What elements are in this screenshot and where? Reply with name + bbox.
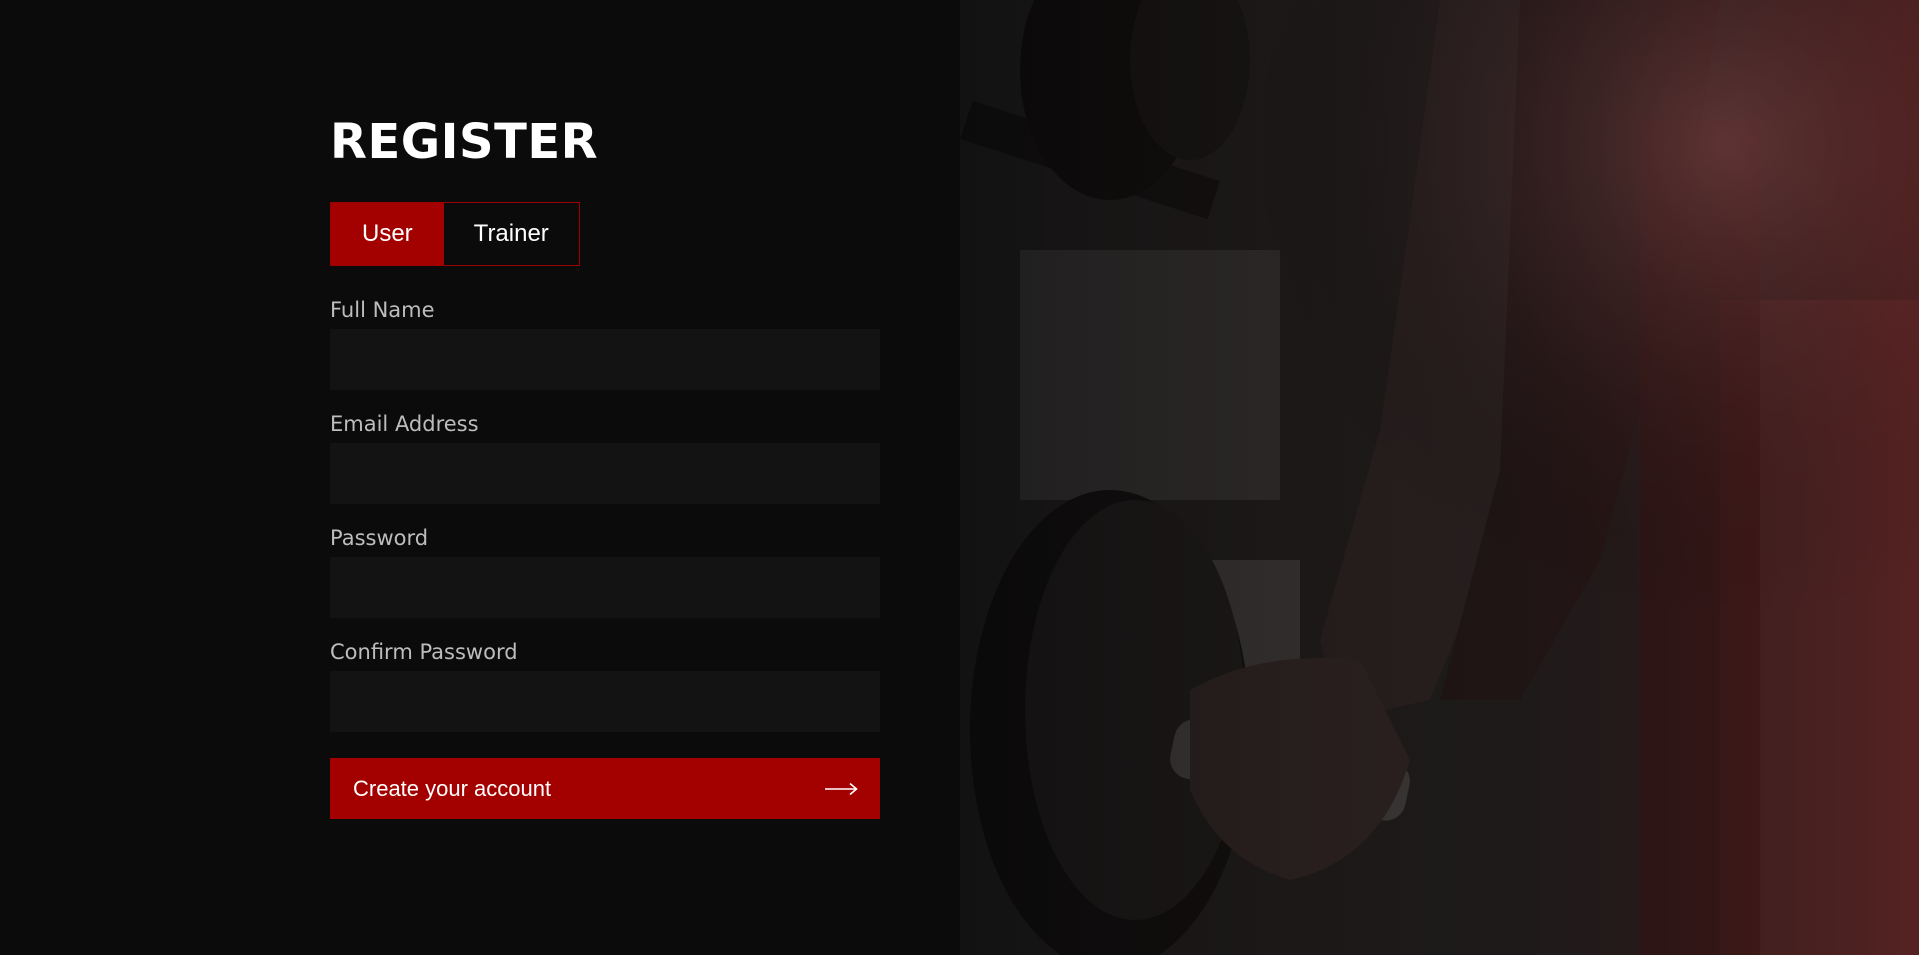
page-title: REGISTER [330,114,599,170]
register-form: REGISTER User Trainer Full Name Email Ad… [330,112,880,819]
email-label: Email Address [330,412,479,436]
role-toggle: User Trainer [330,202,580,266]
password-input[interactable] [330,557,880,618]
register-page: REGISTER User Trainer Full Name Email Ad… [0,0,1919,955]
form-panel: REGISTER User Trainer Full Name Email Ad… [0,0,960,955]
email-input[interactable] [330,443,880,504]
gym-dumbbell-photo [960,0,1919,955]
role-user-button[interactable]: User [331,203,444,265]
create-account-label: Create your account [353,775,552,801]
full-name-label: Full Name [330,298,435,322]
arrow-right-icon [825,782,858,795]
create-account-button[interactable]: Create your account [330,758,880,819]
confirm-password-input[interactable] [330,671,880,732]
password-group: Password [330,525,880,618]
email-group: Email Address [330,411,880,504]
confirm-password-label: Confirm Password [330,640,518,664]
confirm-password-group: Confirm Password [330,639,880,732]
full-name-input[interactable] [330,329,880,390]
full-name-group: Full Name [330,297,880,390]
role-trainer-button[interactable]: Trainer [443,203,579,265]
hero-image [960,0,1919,955]
password-label: Password [330,526,429,550]
form-fields: Full Name Email Address Password Confirm… [330,297,880,732]
